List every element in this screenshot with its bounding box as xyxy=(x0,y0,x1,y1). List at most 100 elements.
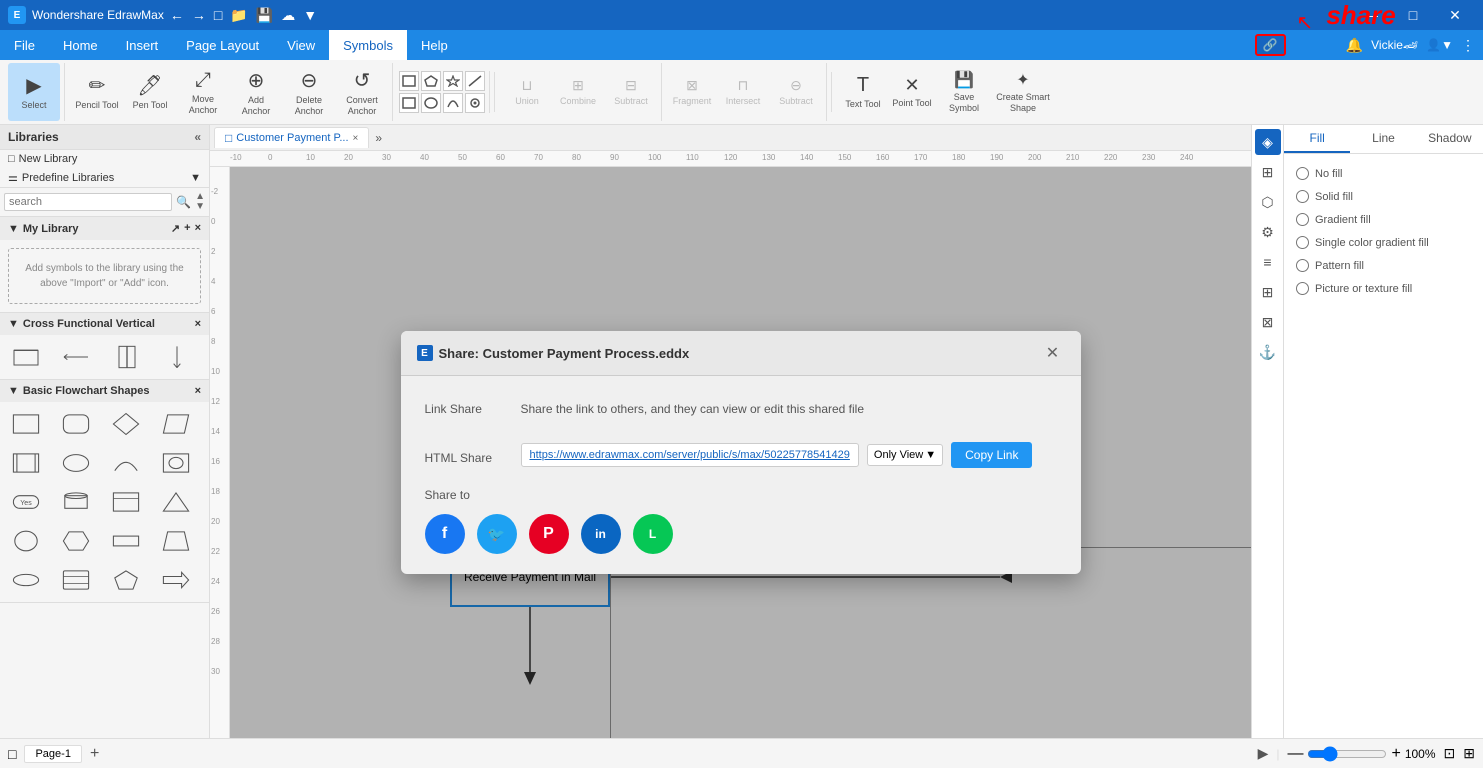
flowchart-process[interactable] xyxy=(156,445,196,481)
page-list-icon[interactable]: □ xyxy=(8,746,16,762)
flowchart-arrow[interactable] xyxy=(156,562,196,598)
share-button[interactable]: 🔗 xyxy=(1255,34,1286,56)
pentagon-tool[interactable] xyxy=(421,71,441,91)
circle-tool[interactable] xyxy=(421,93,441,113)
flowchart-parallelogram[interactable] xyxy=(156,406,196,442)
solid-fill-option[interactable]: Solid fill xyxy=(1292,185,1475,208)
page-tab[interactable]: Page-1 xyxy=(24,745,81,763)
cf-shape-1[interactable] xyxy=(6,339,46,375)
my-library-add-icon[interactable]: + xyxy=(184,222,190,235)
layers-icon[interactable]: ⬡ xyxy=(1255,189,1281,215)
flowchart-yes[interactable]: Yes xyxy=(6,484,46,520)
modal-close-button[interactable]: ✕ xyxy=(1041,341,1065,365)
copy-link-button[interactable]: Copy Link xyxy=(951,442,1032,468)
new-library-button[interactable]: □ New Library xyxy=(0,150,209,168)
collapse-panel-icon[interactable]: « xyxy=(194,130,201,144)
pen-tool-button[interactable]: 🖊 Pen Tool xyxy=(124,63,176,121)
expand-tabs-icon[interactable]: » xyxy=(375,131,382,145)
star-tool[interactable] xyxy=(443,71,463,91)
search-icon[interactable]: 🔍 xyxy=(176,195,191,209)
modal-overlay[interactable]: E Share: Customer Payment Process.eddx ✕… xyxy=(230,167,1251,738)
solid-fill-radio[interactable] xyxy=(1296,190,1309,203)
basic-flowchart-header[interactable]: ▼ Basic Flowchart Shapes × xyxy=(0,380,209,402)
fit-window-icon[interactable]: ⊞ xyxy=(1463,745,1475,762)
play-icon[interactable]: ▶ xyxy=(1258,745,1269,762)
no-fill-option[interactable]: No fill xyxy=(1292,162,1475,185)
tab-fill[interactable]: Fill xyxy=(1284,125,1350,153)
add-page-button[interactable]: + xyxy=(90,745,99,763)
tab-close-icon[interactable]: × xyxy=(353,133,359,144)
move-anchor-button[interactable]: ⤢ Move Anchor xyxy=(177,63,229,121)
point-tool-button[interactable]: ✕ Point Tool xyxy=(887,63,937,121)
line-share-button[interactable]: L xyxy=(633,514,673,554)
forward-icon[interactable]: → xyxy=(192,7,206,24)
more-icon[interactable]: ▼ xyxy=(303,7,317,24)
save-icon[interactable]: 💾 xyxy=(256,7,273,24)
single-color-gradient-radio[interactable] xyxy=(1296,236,1309,249)
tab-line[interactable]: Line xyxy=(1350,125,1416,153)
select-tool-button[interactable]: ▶ Select xyxy=(8,63,60,121)
pattern-fill-radio[interactable] xyxy=(1296,259,1309,272)
menu-home[interactable]: Home xyxy=(49,30,112,60)
notification-icon[interactable]: 🔔 xyxy=(1346,37,1363,54)
predefine-libraries-button[interactable]: ⚌ Predefine Libraries ▼ xyxy=(0,168,209,187)
search-input[interactable] xyxy=(4,193,172,211)
cf-shape-4[interactable] xyxy=(157,339,197,375)
minimize-button[interactable]: — xyxy=(1351,0,1391,30)
menu-file[interactable]: File xyxy=(0,30,49,60)
flowchart-rect2[interactable] xyxy=(6,445,46,481)
symbols-icon[interactable]: ⚙ xyxy=(1255,219,1281,245)
pinterest-share-button[interactable]: P xyxy=(529,514,569,554)
combine-button[interactable]: ⊞ Combine xyxy=(552,63,604,121)
rectangle-tool[interactable] xyxy=(399,71,419,91)
cf-shape-3[interactable] xyxy=(107,339,147,375)
arc-tool[interactable] xyxy=(443,93,463,113)
add-anchor-button[interactable]: ⊕ Add Anchor xyxy=(230,63,282,121)
flowchart-diamond[interactable] xyxy=(106,406,146,442)
fragment-button[interactable]: ⊠ Fragment xyxy=(668,63,716,121)
grid-icon[interactable]: ⊞ xyxy=(1255,279,1281,305)
nav-down-button[interactable]: ▼ xyxy=(195,202,205,212)
folder-icon[interactable]: 📁 xyxy=(230,7,247,24)
maximize-button[interactable]: □ xyxy=(1393,0,1433,30)
flowchart-circle[interactable] xyxy=(6,523,46,559)
flowchart-oval[interactable] xyxy=(6,562,46,598)
pages-icon[interactable]: ⊞ xyxy=(1255,159,1281,185)
properties-icon[interactable]: ◈ xyxy=(1255,129,1281,155)
zoom-slider[interactable] xyxy=(1307,746,1387,762)
flowchart-horiz-rect[interactable] xyxy=(106,523,146,559)
flowchart-rect3[interactable] xyxy=(106,484,146,520)
linkedin-share-button[interactable]: in xyxy=(581,514,621,554)
zoom-out-button[interactable]: — xyxy=(1287,745,1303,763)
flowchart-trapezoid[interactable] xyxy=(156,523,196,559)
cross-functional-close-icon[interactable]: × xyxy=(195,318,201,330)
picture-texture-fill-option[interactable]: Picture or texture fill xyxy=(1292,277,1475,300)
menu-page-layout[interactable]: Page Layout xyxy=(172,30,273,60)
notes-icon[interactable]: ≡ xyxy=(1255,249,1281,275)
fit-page-icon[interactable]: ⊡ xyxy=(1444,745,1456,762)
my-library-header[interactable]: ▼ My Library ↗ + × xyxy=(0,217,209,240)
gradient-fill-radio[interactable] xyxy=(1296,213,1309,226)
basic-flowchart-close-icon[interactable]: × xyxy=(195,385,201,397)
delete-anchor-button[interactable]: ⊖ Delete Anchor xyxy=(283,63,335,121)
anchor-icon[interactable]: ⚓ xyxy=(1255,339,1281,365)
share-url-display[interactable]: https://www.edrawmax.com/server/public/s… xyxy=(521,443,859,467)
no-fill-radio[interactable] xyxy=(1296,167,1309,180)
convert-anchor-button[interactable]: ↺ Convert Anchor xyxy=(336,63,388,121)
flowchart-triangle[interactable] xyxy=(156,484,196,520)
tab-shadow[interactable]: Shadow xyxy=(1417,125,1483,153)
permission-dropdown[interactable]: Only View ▼ xyxy=(867,444,943,466)
cross-functional-header[interactable]: ▼ Cross Functional Vertical × xyxy=(0,313,209,335)
cloud-icon[interactable]: ☁ xyxy=(281,7,295,24)
new-icon[interactable]: □ xyxy=(214,7,222,24)
twitter-share-button[interactable]: 🐦 xyxy=(477,514,517,554)
zoom-in-button[interactable]: + xyxy=(1391,745,1400,763)
subtract2-button[interactable]: ⊖ Subtract xyxy=(770,63,822,121)
tab-customer-payment[interactable]: □ Customer Payment P... × xyxy=(214,127,369,148)
flowchart-rect[interactable] xyxy=(6,406,46,442)
intersect-button[interactable]: ⊓ Intersect xyxy=(717,63,769,121)
menu-symbols[interactable]: Symbols xyxy=(329,30,407,60)
line-tool[interactable] xyxy=(465,71,485,91)
menu-help[interactable]: Help xyxy=(407,30,462,60)
freehand-tool[interactable] xyxy=(465,93,485,113)
